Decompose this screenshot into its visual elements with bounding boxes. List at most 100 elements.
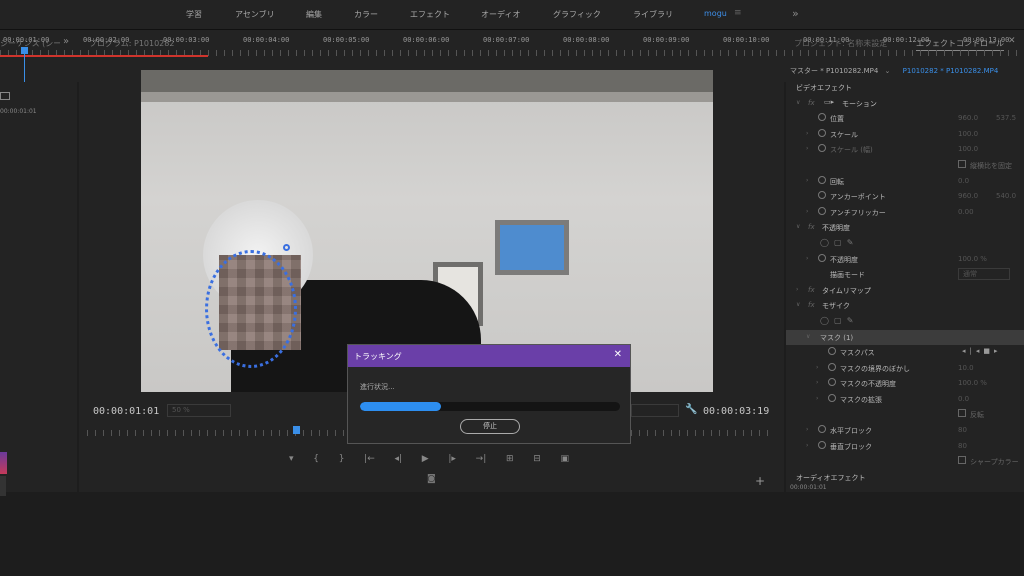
effect-row-mask-feather[interactable]: › マスクの境界のぼかし 10.0 xyxy=(786,361,1024,377)
rectangle-mask-icon[interactable]: ▢ xyxy=(834,316,842,325)
ellipse-mask-icon[interactable]: ◯ xyxy=(820,316,829,325)
blend-mode-select[interactable]: 通常 xyxy=(958,268,1010,281)
property-value[interactable]: 0.00 xyxy=(958,208,974,216)
fx-icon[interactable]: fx xyxy=(808,223,815,231)
workspace-tab-graphics[interactable]: グラフィック xyxy=(553,9,601,20)
effect-row-anti-flicker[interactable]: › アンチフリッカー 0.00 xyxy=(786,205,1024,221)
stopwatch-icon[interactable] xyxy=(828,393,836,402)
expand-triangle-icon[interactable]: › xyxy=(806,442,808,449)
effect-row-mask-expansion[interactable]: › マスクの拡張 0.0 xyxy=(786,392,1024,408)
effect-row-scale[interactable]: › スケール 100.0 xyxy=(786,127,1024,143)
stopwatch-icon[interactable] xyxy=(828,347,836,356)
stop-button[interactable]: 停止 xyxy=(460,419,520,434)
effect-row-mosaic[interactable]: ∨ fx モザイク xyxy=(786,298,1024,314)
hamburger-icon[interactable]: ≡ xyxy=(734,8,742,18)
effect-row-time-remap[interactable]: › fx タイムリマップ xyxy=(786,283,1024,299)
clip-thumbnail[interactable] xyxy=(0,452,7,474)
workspace-tab-effects[interactable]: エフェクト xyxy=(410,9,450,20)
workspace-tab-audio[interactable]: オーディオ xyxy=(481,9,520,20)
pen-mask-icon[interactable]: ✎ xyxy=(847,316,854,325)
property-value[interactable]: 0.0 xyxy=(958,177,969,185)
effect-row-anchor-point[interactable]: アンカーポイント 960.0 540.0 xyxy=(786,189,1024,205)
effect-row-mask-path[interactable]: マスクパス ◂|◂■▸ xyxy=(786,345,1024,361)
step-back-icon[interactable]: ◂| xyxy=(394,454,402,464)
ellipse-mask-icon[interactable]: ◯ xyxy=(820,238,829,247)
effect-row-scale-width[interactable]: › スケール (幅) 100.0 xyxy=(786,142,1024,158)
expand-triangle-icon[interactable]: › xyxy=(796,286,798,293)
play-icon[interactable]: ▶ xyxy=(422,454,429,464)
sharp-colors-checkbox[interactable] xyxy=(958,456,966,465)
stopwatch-icon[interactable] xyxy=(828,378,836,387)
expand-triangle-icon[interactable]: › xyxy=(816,395,818,402)
track-forward-icon[interactable]: ▸ xyxy=(994,347,1002,355)
workspace-tab-learning[interactable]: 学習 xyxy=(186,9,202,20)
stopwatch-icon[interactable] xyxy=(828,362,836,371)
effect-row-rotation[interactable]: › 回転 0.0 xyxy=(786,174,1024,190)
stopwatch-icon[interactable] xyxy=(818,175,826,184)
expand-triangle-icon[interactable]: › xyxy=(806,426,808,433)
collapse-triangle-icon[interactable]: ∨ xyxy=(796,223,800,230)
clip-selector[interactable]: マスター * P1010282.MP4 ⌄ P1010282 * P101028… xyxy=(790,66,998,76)
timeline-playhead[interactable] xyxy=(24,48,25,82)
track-backward-one-icon[interactable]: ◂| xyxy=(962,347,976,355)
stopwatch-icon[interactable] xyxy=(818,440,826,449)
go-to-in-icon[interactable]: |← xyxy=(364,454,375,464)
fx-icon[interactable]: fx xyxy=(808,286,815,294)
expand-triangle-icon[interactable]: › xyxy=(806,177,808,184)
effect-row-blend-mode[interactable]: 描画モード 通常 xyxy=(786,267,1024,283)
timeline-time-ruler[interactable]: 00:00:01:00 00:00:02:00 00:00:03:00 00:0… xyxy=(0,36,1024,48)
expand-triangle-icon[interactable]: › xyxy=(816,379,818,386)
sequence-clip-label[interactable]: P1010282 * P1010282.MP4 xyxy=(903,67,999,75)
property-value[interactable]: 100.0 xyxy=(958,130,978,138)
insert-icon[interactable]: ⊞ xyxy=(506,454,514,464)
stopwatch-icon[interactable] xyxy=(818,191,826,200)
stopwatch-icon[interactable] xyxy=(818,144,826,153)
stopwatch-icon[interactable] xyxy=(818,113,826,122)
expand-triangle-icon[interactable]: › xyxy=(816,364,818,371)
pen-mask-icon[interactable]: ✎ xyxy=(847,238,854,247)
property-value[interactable]: 960.0 xyxy=(958,114,978,122)
program-timecode[interactable]: 00:00:01:01 xyxy=(93,406,159,417)
mask-shape-tools[interactable]: ◯ ▢ ✎ xyxy=(820,316,853,325)
effect-row-horizontal-blocks[interactable]: › 水平ブロック 80 xyxy=(786,423,1024,439)
workspace-tab-color[interactable]: カラー xyxy=(354,9,378,20)
effect-row-uniform-scale[interactable]: 縦横比を固定 xyxy=(786,158,1024,174)
fx-icon[interactable]: fx xyxy=(808,99,815,107)
property-value[interactable]: 80 xyxy=(958,426,967,434)
mask-handle[interactable] xyxy=(283,244,290,251)
workspace-tab-mogu[interactable]: mogu xyxy=(704,9,727,18)
workspace-tab-libraries[interactable]: ライブラリ xyxy=(633,9,673,20)
fx-icon[interactable]: fx xyxy=(808,301,815,309)
chevron-right-icon[interactable]: » xyxy=(792,7,799,20)
invert-checkbox[interactable] xyxy=(958,409,966,418)
stopwatch-icon[interactable] xyxy=(818,128,826,137)
chevron-down-icon[interactable]: ⌄ xyxy=(885,67,891,75)
effect-row-opacity-section[interactable]: ∨ fx 不透明度 xyxy=(786,220,1024,236)
effect-row-invert[interactable]: 反転 xyxy=(786,407,1024,423)
expand-triangle-icon[interactable]: › xyxy=(806,145,808,152)
property-value[interactable]: 0.0 xyxy=(958,395,969,403)
stopwatch-icon[interactable] xyxy=(818,206,826,215)
mark-out-icon[interactable]: } xyxy=(339,454,345,464)
expand-triangle-icon[interactable]: › xyxy=(806,208,808,215)
step-forward-icon[interactable]: |▸ xyxy=(448,454,456,464)
collapse-triangle-icon[interactable]: ∨ xyxy=(796,99,800,106)
property-value-2[interactable]: 537.5 xyxy=(996,114,1016,122)
transform-icon[interactable]: ▭▸ xyxy=(824,98,834,106)
effect-row-sharp-colors[interactable]: シャープカラー xyxy=(786,454,1024,470)
property-value[interactable]: 80 xyxy=(958,442,967,450)
master-clip-label[interactable]: マスター * P1010282.MP4 xyxy=(790,67,878,75)
effect-row-mask-opacity[interactable]: › マスクの不透明度 100.0 % xyxy=(786,376,1024,392)
workspace-tab-assembly[interactable]: アセンブリ xyxy=(235,9,275,20)
effect-row-mask-1[interactable]: ∨ マスク (1) xyxy=(786,329,1024,346)
export-frame-icon[interactable]: ▣ xyxy=(560,454,569,464)
effect-row-opacity[interactable]: › 不透明度 100.0 % xyxy=(786,252,1024,268)
property-value[interactable]: 100.0 % xyxy=(958,255,987,263)
add-button-icon[interactable]: + xyxy=(755,474,765,488)
property-value-2[interactable]: 540.0 xyxy=(996,192,1016,200)
camera-icon[interactable]: ◙ xyxy=(427,474,436,484)
overwrite-icon[interactable]: ⊟ xyxy=(533,454,541,464)
effect-row-motion[interactable]: ∨ fx ▭▸ モーション xyxy=(786,96,1024,112)
close-icon[interactable]: ✕ xyxy=(614,349,622,360)
wrench-icon[interactable]: 🔧 xyxy=(685,404,697,415)
